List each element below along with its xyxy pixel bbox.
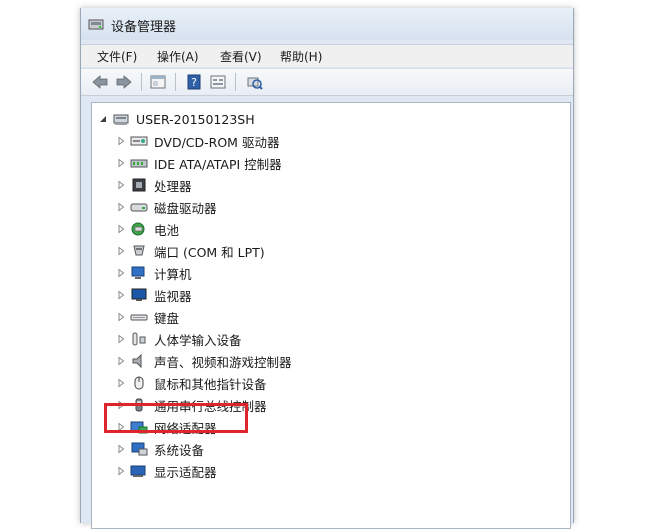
expand-arrow-icon[interactable] [116,290,126,300]
expand-arrow-icon[interactable] [116,312,126,322]
expand-arrow-icon[interactable] [116,202,126,212]
hid-icon [130,331,148,347]
expand-arrow-icon[interactable] [116,466,126,476]
back-icon[interactable] [91,73,109,91]
ide-controller-icon [130,155,148,171]
tree-item-label: 键盘 [154,310,180,326]
computer-name: USER-20150123SH [136,111,255,127]
show-hide-icon[interactable] [149,73,167,91]
tree-item-label: 显示适配器 [154,464,217,480]
tree-item-system-device[interactable]: 系统设备 [116,439,204,459]
expand-arrow-icon[interactable] [116,268,126,278]
system-device-icon [130,441,148,457]
expand-arrow-icon[interactable] [116,444,126,454]
expand-arrow-icon[interactable] [116,158,126,168]
tree-root[interactable]: USER-20150123SH [98,109,255,129]
expand-arrow-icon[interactable] [116,180,126,190]
computer-icon [130,265,148,281]
battery-icon [130,221,148,237]
tree-item-display-adapter[interactable]: 显示适配器 [116,461,217,481]
tree-item-label: 电池 [154,222,180,238]
tree-item-label: 系统设备 [154,442,205,458]
collapse-arrow-icon[interactable] [98,114,108,124]
monitor-icon [130,287,148,303]
menu-bar: 文件(F) 操作(A) 查看(V) 帮助(H) [81,44,573,67]
expand-arrow-icon[interactable] [116,136,126,146]
highlight-box [104,403,248,433]
display-adapter-icon [130,463,148,479]
toolbar-separator [235,73,236,91]
expand-arrow-icon[interactable] [116,334,126,344]
properties-icon[interactable] [209,73,227,91]
title-bar: 设备管理器 [81,8,573,40]
toolbar: ? [81,68,573,96]
tree-item-label: 计算机 [154,266,192,282]
tree-item-label: 磁盘驱动器 [154,200,217,216]
tree-item-ide-controller[interactable]: IDE ATA/ATAPI 控制器 [116,153,282,173]
help-icon[interactable]: ? [185,73,203,91]
tree-item-hid[interactable]: 人体学输入设备 [116,329,242,349]
tree-item-label: 监视器 [154,288,192,304]
disk-drive-icon [130,199,148,215]
sound-icon [130,353,148,369]
tree-item-battery[interactable]: 电池 [116,219,179,239]
tree-item-label: 鼠标和其他指针设备 [154,376,267,392]
expand-arrow-icon[interactable] [116,378,126,388]
forward-icon[interactable] [115,73,133,91]
keyboard-icon [130,309,148,325]
tree-item-sound[interactable]: 声音、视频和游戏控制器 [116,351,292,371]
port-icon [130,243,148,259]
tree-item-dvd-drive[interactable]: DVD/CD-ROM 驱动器 [116,131,279,151]
tree-item-label: IDE ATA/ATAPI 控制器 [154,156,282,172]
expand-arrow-icon[interactable] [116,356,126,366]
expand-arrow-icon[interactable] [116,246,126,256]
processor-icon [130,177,148,193]
tree-item-monitor[interactable]: 监视器 [116,285,192,305]
tree-item-label: 端口 (COM 和 LPT) [154,244,265,260]
tree-item-label: DVD/CD-ROM 驱动器 [154,134,280,150]
menu-action[interactable]: 操作(A) [157,48,199,65]
tree-item-computer[interactable]: 计算机 [116,263,192,283]
menu-file[interactable]: 文件(F) [97,48,137,65]
expand-arrow-icon[interactable] [116,224,126,234]
tree-item-processor[interactable]: 处理器 [116,175,192,195]
tree-item-keyboard[interactable]: 键盘 [116,307,179,327]
svg-text:?: ? [191,76,197,89]
device-tree-panel: USER-20150123SH DVD/CD-ROM 驱动器 IDE ATA/AT… [91,102,571,529]
device-manager-icon [87,15,105,33]
computer-root-icon [112,111,130,127]
tree-item-label: 声音、视频和游戏控制器 [154,354,292,370]
tree-item-label: 人体学输入设备 [154,332,242,348]
toolbar-separator [141,73,142,91]
tree-item-port[interactable]: 端口 (COM 和 LPT) [116,241,265,261]
toolbar-separator [175,73,176,91]
menu-view[interactable]: 查看(V) [220,48,262,65]
window-title: 设备管理器 [111,20,177,35]
tree-item-disk-drive[interactable]: 磁盘驱动器 [116,197,217,217]
scan-hardware-icon[interactable] [245,73,263,91]
tree-item-label: 处理器 [154,178,192,194]
tree-item-mouse[interactable]: 鼠标和其他指针设备 [116,373,267,393]
device-manager-window: 设备管理器 文件(F) 操作(A) 查看(V) 帮助(H) ? USER-201… [80,8,574,529]
dvd-drive-icon [130,133,148,149]
menu-help[interactable]: 帮助(H) [280,48,322,65]
mouse-icon [130,375,148,391]
